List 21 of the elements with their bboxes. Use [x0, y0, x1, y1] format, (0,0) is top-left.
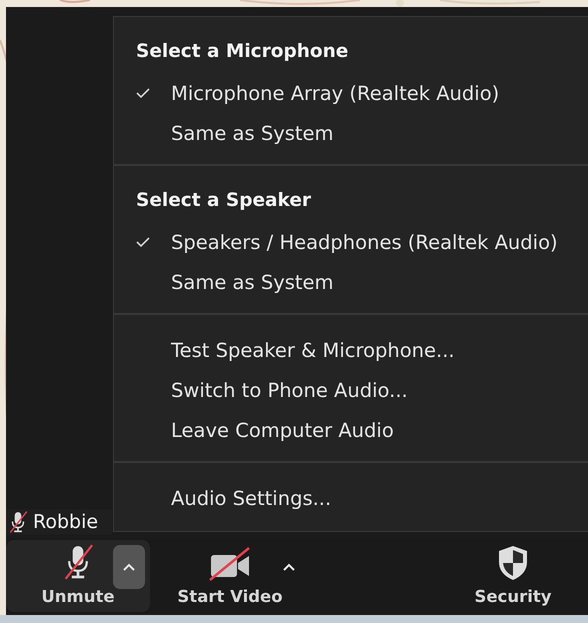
- menu-item[interactable]: Switch to Phone Audio...: [114, 370, 588, 410]
- menu-item[interactable]: Leave Computer Audio: [114, 410, 588, 450]
- menu-heading: Select a Speaker: [136, 188, 312, 212]
- menu-item[interactable]: Test Speaker & Microphone...: [114, 330, 588, 370]
- menu-item[interactable]: Microphone Array (Realtek Audio): [114, 73, 588, 113]
- video-toolbar-button[interactable]: Start Video: [150, 540, 310, 612]
- menu-item[interactable]: Same as System: [114, 262, 588, 302]
- muted-mic-icon: [8, 511, 28, 533]
- security-toolbar-button[interactable]: Security: [438, 540, 588, 612]
- muted-mic-icon: [63, 543, 93, 581]
- caret-icon: [283, 563, 295, 571]
- participant-name: Robbie: [33, 511, 98, 533]
- menu-heading: Select a Microphone: [136, 40, 350, 64]
- menu-item[interactable]: Same as System: [114, 113, 588, 153]
- caret-icon: [123, 563, 135, 571]
- caret-button[interactable]: [113, 545, 145, 589]
- menu-item[interactable]: Speakers / Headphones (Realtek Audio): [114, 222, 588, 262]
- mic-toolbar-button[interactable]: Unmute: [6, 540, 150, 612]
- menu-item[interactable]: Audio Settings...: [114, 478, 588, 518]
- video-camera-icon: [209, 547, 251, 581]
- shield-icon: [497, 545, 529, 581]
